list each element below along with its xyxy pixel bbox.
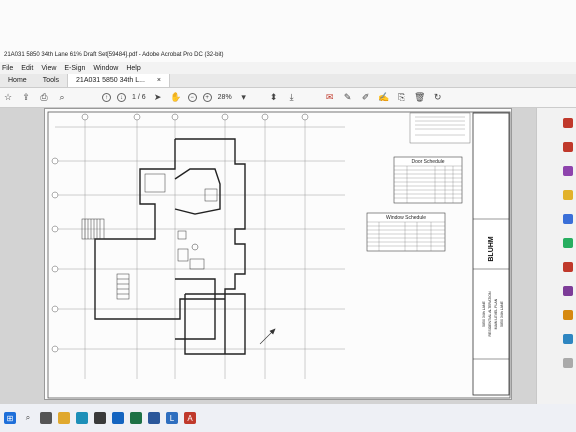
menu-file[interactable]: File [2, 65, 13, 72]
search-icon[interactable]: ⌕ [22, 412, 34, 424]
zoom-level[interactable]: 28% [218, 94, 232, 101]
chevron-down-icon[interactable]: ▾ [238, 92, 250, 104]
toolbar: ☆ ⇪ ⎙ ⌕ ↑ ↓ 1 / 6 ➤ ✋ − + 28% ▾ ⬍ ⤓ ✉ ✎ … [0, 88, 576, 108]
delete-icon[interactable]: 🗑 [414, 92, 426, 104]
send-icon[interactable] [563, 334, 573, 344]
north-arrow [259, 328, 276, 345]
tab-tools[interactable]: Tools [35, 74, 67, 87]
download-icon[interactable]: ⤓ [286, 92, 298, 104]
select-cursor-icon[interactable]: ➤ [152, 92, 164, 104]
task-view-icon[interactable] [40, 412, 52, 424]
word-icon[interactable] [148, 412, 160, 424]
pen-icon[interactable]: ✎ [342, 92, 354, 104]
arrow-up-icon[interactable]: ↑ [102, 93, 111, 102]
excel-icon[interactable] [130, 412, 142, 424]
tab-bar: Home Tools 21A031 5850 34th L... × [0, 74, 576, 88]
grid-lines [55, 117, 345, 379]
document-area[interactable]: Door Schedule Window Schedule BLUHM 5850… [0, 108, 536, 404]
acrobat-icon[interactable]: A [184, 412, 196, 424]
comment-icon[interactable]: ✉ [324, 92, 336, 104]
app-icon[interactable] [94, 412, 106, 424]
floor-plan-drawing: Door Schedule Window Schedule BLUHM 5850… [47, 111, 511, 399]
menu-edit[interactable]: Edit [21, 65, 33, 72]
tab-home[interactable]: Home [0, 74, 35, 87]
arrow-down-icon[interactable]: ↓ [117, 93, 126, 102]
firm-name: BLUHM [488, 236, 495, 261]
sign-icon[interactable]: ✍ [378, 92, 390, 104]
page-total: / 6 [137, 94, 146, 101]
title-bar: 21A031 5850 34th Lane 61% Draft Set[5948… [0, 0, 576, 62]
search-icon[interactable]: ⌕ [56, 92, 68, 104]
page-indicator[interactable]: 1 / 6 [132, 94, 146, 101]
window-title: 21A031 5850 34th Lane 61% Draft Set[5948… [4, 52, 224, 58]
door-schedule-table: Door Schedule [393, 156, 463, 204]
edit-pdf-icon[interactable] [563, 166, 573, 176]
notes-block [409, 112, 471, 144]
title-block: BLUHM 5850 34th LANE RESIDENTIAL ALTERAT… [472, 112, 510, 396]
window-schedule-table: Window Schedule [366, 212, 446, 252]
close-icon[interactable]: × [157, 77, 161, 84]
tab-document-label: 21A031 5850 34th L... [76, 77, 145, 84]
organize-pages-icon[interactable] [563, 238, 573, 248]
door-schedule-title: Door Schedule [411, 159, 444, 165]
project-line-3: MAIN LEVEL PLAN [494, 298, 498, 329]
more-tools-icon[interactable] [563, 358, 573, 368]
menu-view[interactable]: View [41, 65, 56, 72]
rotate-icon[interactable]: ↻ [432, 92, 444, 104]
stamp-icon[interactable]: ⎘ [396, 92, 408, 104]
zoom-out-icon[interactable]: − [187, 93, 197, 102]
fit-page-icon[interactable]: ⬍ [268, 92, 280, 104]
project-line-2: RESIDENTIAL ALTERATION [488, 291, 492, 337]
zoom-in-icon[interactable]: + [202, 93, 212, 102]
menu-esign[interactable]: E-Sign [64, 65, 85, 72]
project-line-4: 5850 34th LANE [500, 300, 504, 326]
right-tools-pane [536, 108, 576, 404]
star-icon[interactable]: ☆ [2, 92, 14, 104]
upload-icon[interactable]: ⇪ [20, 92, 32, 104]
redact-icon[interactable] [563, 262, 573, 272]
export-pdf-icon[interactable] [563, 118, 573, 128]
menu-help[interactable]: Help [126, 65, 140, 72]
lync-icon[interactable]: L [166, 412, 178, 424]
create-pdf-icon[interactable] [563, 142, 573, 152]
taskbar: ⊞ ⌕ L A [0, 404, 576, 432]
menu-bar: File Edit View E-Sign Window Help [0, 62, 576, 74]
hand-icon[interactable]: ✋ [170, 92, 182, 104]
menu-window[interactable]: Window [93, 65, 118, 72]
drawing-page[interactable]: Door Schedule Window Schedule BLUHM 5850… [44, 108, 512, 400]
protect-icon[interactable] [563, 286, 573, 296]
fixtures [144, 173, 218, 270]
window-schedule-title: Window Schedule [386, 215, 426, 221]
print-icon[interactable]: ⎙ [38, 92, 50, 104]
combine-files-icon[interactable] [563, 214, 573, 224]
highlight-icon[interactable]: ✐ [360, 92, 372, 104]
outlook-icon[interactable] [112, 412, 124, 424]
file-explorer-icon[interactable] [58, 412, 70, 424]
stairs [81, 218, 130, 300]
plan-walls [94, 138, 246, 355]
comment-tool-icon[interactable] [563, 190, 573, 200]
windows-start-icon[interactable]: ⊞ [4, 412, 16, 424]
project-line-1: 5850 34th LANE [482, 300, 486, 326]
tab-document[interactable]: 21A031 5850 34th L... × [67, 74, 170, 87]
fill-sign-icon[interactable] [563, 310, 573, 320]
edge-browser-icon[interactable] [76, 412, 88, 424]
page-current[interactable]: 1 [132, 94, 136, 101]
